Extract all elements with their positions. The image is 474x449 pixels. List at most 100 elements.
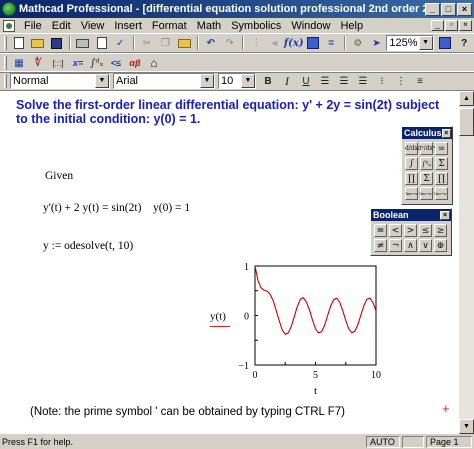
copy-button[interactable]: ❐: [157, 35, 175, 51]
insert-function-button[interactable]: f(x): [284, 35, 304, 51]
align-left-button[interactable]: ☰: [316, 73, 334, 89]
doc-minimize-button[interactable]: _: [431, 20, 444, 31]
boolean-close-button[interactable]: ×: [440, 210, 450, 220]
redo-button[interactable]: ↷: [221, 35, 239, 51]
toolbar-grip[interactable]: [4, 74, 7, 88]
given-keyword[interactable]: Given: [45, 170, 73, 182]
chevron-down-icon[interactable]: ▼: [241, 74, 255, 88]
scroll-down-icon[interactable]: ▼: [459, 419, 474, 434]
paste-button[interactable]: [175, 35, 193, 51]
scroll-thumb[interactable]: [459, 108, 474, 136]
evaluation-toolbar-button[interactable]: x=: [69, 55, 87, 71]
infinity-button[interactable]: ∞: [435, 142, 448, 155]
menu-file[interactable]: File: [19, 20, 47, 32]
menu-window[interactable]: Window: [286, 20, 335, 32]
resource-book-button[interactable]: [437, 35, 455, 51]
product-button[interactable]: ∏: [405, 172, 418, 185]
calculator-toolbar-button[interactable]: ▦: [10, 55, 28, 71]
menu-insert[interactable]: Insert: [109, 20, 147, 32]
not-button[interactable]: ¬: [389, 239, 402, 252]
chevron-down-icon[interactable]: ▼: [418, 36, 433, 50]
menu-format[interactable]: Format: [147, 20, 192, 32]
calc-mode-indicator[interactable]: AUTO: [366, 435, 400, 448]
document-icon[interactable]: [3, 19, 15, 32]
insert-unit-button[interactable]: [304, 35, 322, 51]
calculus-toolbar-button[interactable]: ∫ᵈₓ: [88, 55, 106, 71]
print-button[interactable]: [74, 35, 92, 51]
new-button[interactable]: [10, 35, 28, 51]
resource-center-button[interactable]: ➤: [368, 35, 386, 51]
maximize-button[interactable]: □: [441, 2, 456, 16]
vertical-scrollbar[interactable]: ▲ ▼: [459, 91, 474, 434]
and-button[interactable]: ∧: [404, 239, 417, 252]
boolean-toolbar-button[interactable]: <≤: [107, 55, 125, 71]
worksheet[interactable]: Solve the first-order linear differentia…: [0, 91, 459, 434]
menu-help[interactable]: Help: [335, 20, 368, 32]
toolbar-grip[interactable]: [4, 56, 7, 70]
mathcad-app-icon[interactable]: [2, 2, 16, 16]
indefinite-integral-button[interactable]: ∫: [405, 157, 418, 170]
or-button[interactable]: ∨: [419, 239, 432, 252]
less-than-button[interactable]: <: [389, 224, 402, 237]
menu-math[interactable]: Math: [192, 20, 226, 32]
chevron-down-icon[interactable]: ▼: [95, 74, 109, 88]
insert-component-button[interactable]: ⚙: [349, 35, 367, 51]
doc-restore-button[interactable]: ▫: [445, 20, 458, 31]
solution-plot[interactable]: 10−10 5 10ty(t): [205, 261, 405, 401]
cut-button[interactable]: ✂: [138, 35, 156, 51]
toolbar-grip[interactable]: [4, 36, 7, 50]
calculate-button[interactable]: =: [322, 35, 340, 51]
programming-toolbar-button[interactable]: αβ: [126, 55, 144, 71]
boolean-palette[interactable]: Boolean × = < > ≤ ≥ ≠ ¬ ∧ ∨ ⊕: [370, 208, 452, 256]
calculus-close-button[interactable]: ×: [441, 128, 451, 138]
right-limit-button[interactable]: lim→a⁺: [419, 187, 434, 200]
nth-derivative-button[interactable]: dⁿ/dxⁿ: [417, 142, 436, 155]
subscript-button[interactable]: ≡: [411, 73, 429, 89]
xor-button[interactable]: ⊕: [434, 239, 447, 252]
prime-note[interactable]: (Note: the prime symbol ' can be obtaine…: [30, 406, 345, 418]
derivative-button[interactable]: d/dx: [405, 142, 418, 155]
font-select[interactable]: Arial ▼: [113, 73, 215, 89]
doc-close-button[interactable]: ×: [459, 20, 472, 31]
menu-view[interactable]: View: [76, 20, 110, 32]
calculus-palette[interactable]: Calculus × d/dx dⁿ/dxⁿ ∞ ∫ ∫ᵇₐ Σ ∏ Σ ∏ l…: [401, 126, 453, 205]
problem-statement[interactable]: Solve the first-order linear differentia…: [16, 98, 446, 126]
summation-button[interactable]: Σ: [435, 157, 448, 170]
align-right-button[interactable]: ☰: [354, 73, 372, 89]
calculus-palette-titlebar[interactable]: Calculus ×: [402, 127, 452, 139]
matrix-toolbar-button[interactable]: [:::]: [48, 55, 68, 71]
initial-condition[interactable]: y(0) = 1: [153, 202, 190, 214]
range-product-button[interactable]: ∏: [435, 172, 448, 185]
minimize-button[interactable]: _: [425, 2, 440, 16]
spell-check-button[interactable]: ✓: [111, 35, 129, 51]
style-select[interactable]: Normal ▼: [10, 73, 110, 89]
print-preview-button[interactable]: [93, 35, 111, 51]
odesolve-definition[interactable]: y := odesolve(t, 10): [43, 240, 133, 252]
boolean-palette-titlebar[interactable]: Boolean ×: [371, 209, 451, 221]
align-center-button[interactable]: ☰: [335, 73, 353, 89]
help-button[interactable]: ?: [455, 35, 473, 51]
range-summation-button[interactable]: Σ: [420, 172, 433, 185]
font-size-select[interactable]: 10 ▼: [218, 73, 256, 89]
align-across-button[interactable]: ⫶: [247, 35, 265, 51]
italic-button[interactable]: I: [278, 73, 296, 89]
numbering-button[interactable]: ⋮: [392, 73, 410, 89]
zoom-select[interactable]: 125% ▼: [386, 35, 434, 51]
graph-toolbar-button[interactable]: ∜: [29, 55, 47, 71]
menu-symbolics[interactable]: Symbolics: [226, 20, 286, 32]
align-down-button[interactable]: ⫷: [266, 35, 284, 51]
greek-toolbar-button[interactable]: ⌂: [145, 55, 163, 71]
less-equal-button[interactable]: ≤: [419, 224, 432, 237]
bold-button[interactable]: B: [259, 73, 277, 89]
undo-button[interactable]: ↶: [202, 35, 220, 51]
not-equal-button[interactable]: ≠: [374, 239, 387, 252]
bold-equals-button[interactable]: =: [374, 224, 387, 237]
underline-button[interactable]: U: [297, 73, 315, 89]
open-button[interactable]: [29, 35, 47, 51]
close-button[interactable]: ×: [457, 2, 472, 16]
limit-button[interactable]: lim→a: [405, 187, 418, 200]
chevron-down-icon[interactable]: ▼: [200, 74, 214, 88]
differential-equation[interactable]: y'(t) + 2 y(t) = sin(2t): [43, 202, 141, 214]
menu-edit[interactable]: Edit: [47, 20, 76, 32]
scroll-up-icon[interactable]: ▲: [459, 91, 474, 106]
